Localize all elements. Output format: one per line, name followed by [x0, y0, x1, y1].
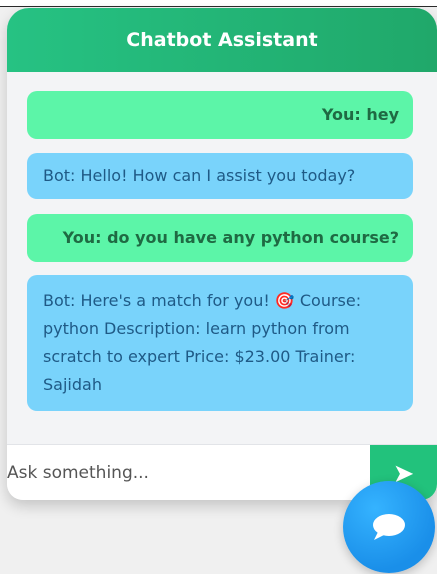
user-message: You: do you have any python course? — [27, 214, 413, 262]
bot-message: Bot: Here's a match for you! 🎯 Course: p… — [27, 275, 413, 411]
chat-bubble-icon — [373, 514, 405, 540]
chat-title: Chatbot Assistant — [126, 29, 318, 51]
chat-window: Chatbot Assistant You: hey Bot: Hello! H… — [7, 8, 437, 500]
message-list: You: hey Bot: Hello! How can I assist yo… — [7, 72, 437, 444]
chat-launcher-button[interactable] — [343, 481, 435, 573]
page: Chatbot Assistant You: hey Bot: Hello! H… — [0, 0, 437, 574]
chat-header: Chatbot Assistant — [7, 8, 437, 72]
bot-message: Bot: Hello! How can I assist you today? — [27, 153, 413, 199]
chat-input[interactable] — [7, 445, 370, 500]
top-edge-strip — [0, 0, 437, 7]
user-message: You: hey — [27, 91, 413, 139]
